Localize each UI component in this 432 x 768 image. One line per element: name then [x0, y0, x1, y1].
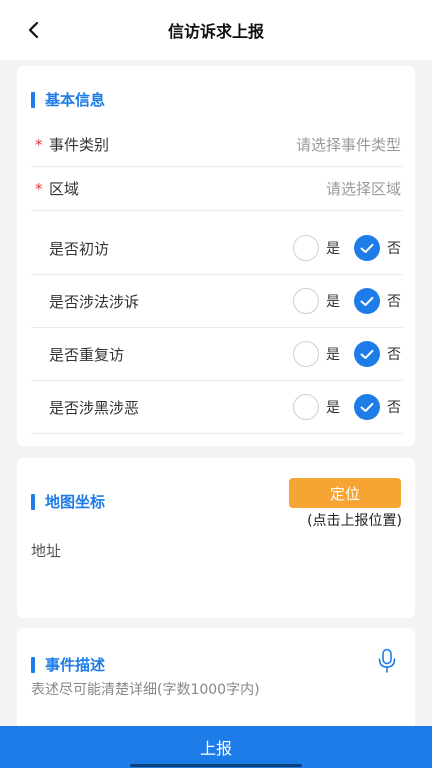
required-mark: * — [35, 135, 43, 154]
repeat-visit-no-option[interactable]: 否 — [354, 341, 401, 367]
radio-unchecked-icon[interactable] — [293, 341, 319, 367]
yes-label: 是 — [326, 241, 340, 257]
radio-checked-icon[interactable] — [354, 235, 380, 261]
litigation-label: 是否涉法涉诉 — [49, 292, 140, 311]
radio-unchecked-icon[interactable] — [293, 394, 319, 420]
locate-hint: (点击上报位置) — [307, 513, 402, 529]
radio-unchecked-icon[interactable] — [293, 235, 319, 261]
map-card: 地图坐标 定位 (点击上报位置) 地址 — [17, 458, 415, 618]
description-header: 事件描述 — [31, 654, 105, 675]
gang-crime-row: 是否涉黑涉恶 是 否 — [31, 381, 403, 434]
locate-button[interactable]: 定位 — [289, 478, 401, 508]
radio-unchecked-icon[interactable] — [293, 288, 319, 314]
yes-label: 是 — [326, 347, 340, 363]
gang-crime-no-option[interactable]: 否 — [354, 394, 401, 420]
address-label[interactable]: 地址 — [31, 540, 61, 561]
section-marker — [31, 493, 35, 510]
event-type-field[interactable]: * 事件类别 请选择事件类型 — [31, 123, 403, 167]
microphone-icon[interactable] — [377, 648, 397, 674]
description-card: 事件描述 表述尽可能清楚详细(字数1000字内) — [17, 628, 415, 738]
section-marker — [31, 656, 35, 673]
region-placeholder[interactable]: 请选择区域 — [326, 178, 403, 199]
description-title: 事件描述 — [45, 656, 106, 674]
description-input[interactable]: 表述尽可能清楚详细(字数1000字内) — [31, 679, 260, 699]
litigation-row: 是否涉法涉诉 是 否 — [31, 275, 403, 328]
first-visit-label: 是否初访 — [49, 239, 110, 258]
repeat-visit-yes-option[interactable]: 是 — [293, 341, 340, 367]
first-visit-no-option[interactable]: 否 — [354, 235, 401, 261]
no-label: 否 — [387, 347, 401, 363]
basic-info-header: 基本信息 — [31, 89, 105, 110]
basic-info-title: 基本信息 — [45, 91, 106, 109]
gang-crime-label: 是否涉黑涉恶 — [49, 398, 140, 417]
page-title: 信访诉求上报 — [167, 22, 264, 41]
no-label: 否 — [387, 241, 401, 257]
event-type-label: 事件类别 — [49, 136, 110, 154]
section-marker — [31, 91, 35, 108]
basic-info-card: 基本信息 * 事件类别 请选择事件类型 * 区域 请选择区域 是否初访 是 否 — [17, 66, 415, 446]
no-label: 否 — [387, 400, 401, 416]
radio-checked-icon[interactable] — [354, 288, 380, 314]
back-arrow-icon[interactable] — [22, 18, 44, 42]
no-label: 否 — [387, 294, 401, 310]
map-title: 地图坐标 — [45, 493, 106, 511]
nav-bar: 信访诉求上报 — [0, 0, 432, 60]
yes-label: 是 — [326, 294, 340, 310]
home-indicator — [130, 764, 302, 767]
radio-checked-icon[interactable] — [354, 341, 380, 367]
first-visit-yes-option[interactable]: 是 — [293, 235, 340, 261]
submit-button[interactable]: 上报 — [0, 726, 432, 768]
repeat-visit-row: 是否重复访 是 否 — [31, 328, 403, 381]
region-label: 区域 — [49, 180, 80, 198]
region-field[interactable]: * 区域 请选择区域 — [31, 167, 403, 211]
repeat-visit-label: 是否重复访 — [49, 345, 125, 364]
litigation-no-option[interactable]: 否 — [354, 288, 401, 314]
gang-crime-yes-option[interactable]: 是 — [293, 394, 340, 420]
required-mark: * — [35, 179, 43, 198]
map-header: 地图坐标 — [31, 491, 105, 512]
event-type-placeholder[interactable]: 请选择事件类型 — [296, 134, 403, 155]
yes-label: 是 — [326, 400, 340, 416]
litigation-yes-option[interactable]: 是 — [293, 288, 340, 314]
radio-checked-icon[interactable] — [354, 394, 380, 420]
first-visit-row: 是否初访 是 否 — [31, 222, 403, 275]
